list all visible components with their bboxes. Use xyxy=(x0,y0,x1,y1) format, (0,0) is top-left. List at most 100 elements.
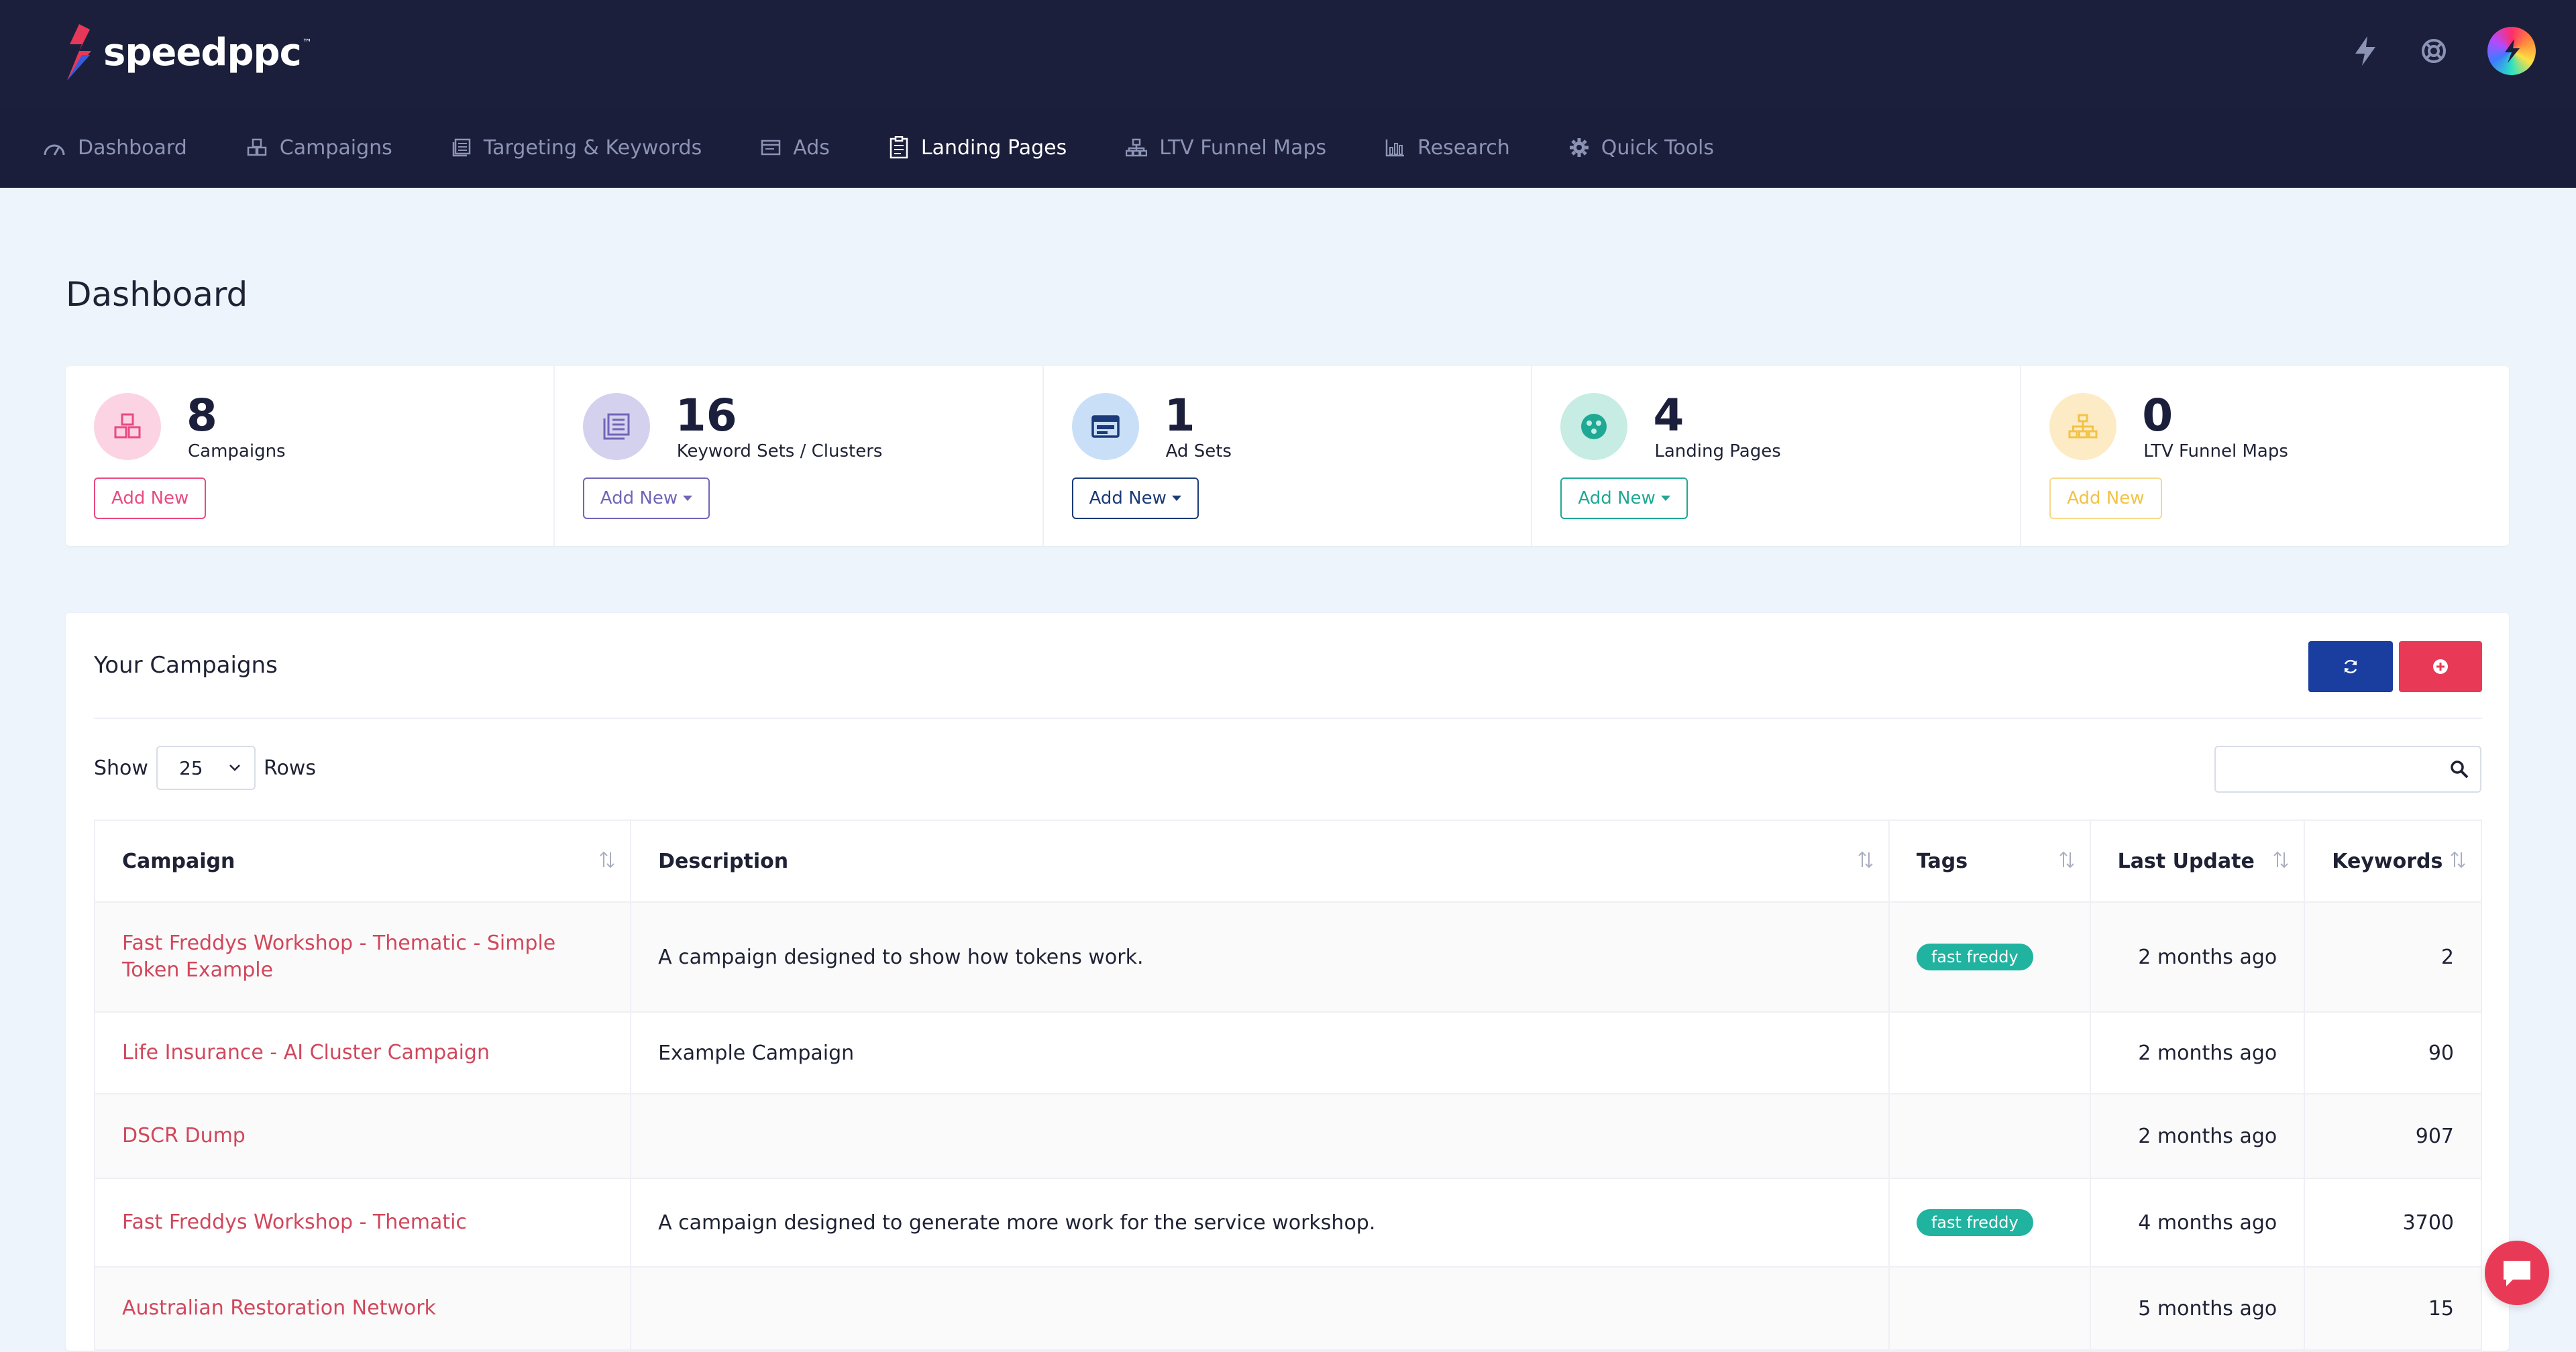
add-ad-set-dropdown[interactable]: Add New xyxy=(1071,477,1199,519)
stat-label: Campaigns xyxy=(188,441,286,461)
tag-badge[interactable]: fast freddy xyxy=(1916,1209,2033,1236)
plus-circle-icon xyxy=(2433,659,2448,674)
column-header-campaign[interactable]: Campaign xyxy=(95,821,632,901)
table-row: Fast Freddys Workshop - Thematic - Simpl… xyxy=(95,903,2481,1013)
nav-ltv-funnel-maps[interactable]: LTV Funnel Maps xyxy=(1126,107,1326,188)
column-header-last-update[interactable]: Last Update xyxy=(2091,821,2306,901)
stat-value: 0 xyxy=(2142,390,2174,441)
campaign-description: Example Campaign xyxy=(631,1013,1890,1093)
caret-down-icon xyxy=(1660,496,1670,501)
stat-value: 4 xyxy=(1653,390,1684,441)
campaign-description: A campaign designed to generate more wor… xyxy=(631,1179,1890,1266)
refresh-icon xyxy=(2344,659,2357,674)
button-label: Add New xyxy=(111,488,189,508)
stat-label: Keyword Sets / Clusters xyxy=(676,441,883,461)
campaign-link[interactable]: Fast Freddys Workshop - Thematic xyxy=(95,1179,632,1266)
refresh-button[interactable] xyxy=(2308,641,2393,692)
campaign-keywords: 90 xyxy=(2428,1041,2454,1065)
campaign-keywords: 3700 xyxy=(2402,1210,2454,1235)
campaign-description xyxy=(631,1094,1890,1178)
chat-widget-button[interactable] xyxy=(2485,1241,2549,1305)
add-campaign-plus-button[interactable] xyxy=(2399,641,2482,692)
top-bar: speedppc ™ xyxy=(0,0,2576,107)
tag-badge[interactable]: fast freddy xyxy=(1916,944,2033,970)
nav-ads[interactable]: Ads xyxy=(761,107,830,188)
logo-mark-icon xyxy=(67,24,91,80)
window-icon xyxy=(761,139,781,156)
add-landing-page-dropdown[interactable]: Add New xyxy=(1560,477,1688,519)
campaign-link[interactable]: DSCR Dump xyxy=(95,1094,632,1178)
campaign-link[interactable]: Fast Freddys Workshop - Thematic - Simpl… xyxy=(95,903,632,1011)
sort-icon xyxy=(1858,851,1873,868)
stat-label: LTV Funnel Maps xyxy=(2143,441,2288,461)
column-label: Tags xyxy=(1916,849,1968,873)
campaigns-stat-icon xyxy=(94,393,161,460)
rows-per-page: Show 25 Rows xyxy=(94,746,316,790)
campaign-link[interactable]: Life Insurance - AI Cluster Campaign xyxy=(95,1013,632,1093)
add-keyword-set-dropdown[interactable]: Add New xyxy=(582,477,710,519)
search-input[interactable] xyxy=(2214,746,2481,793)
column-label: Description xyxy=(658,849,789,873)
campaign-tags xyxy=(1890,1268,2091,1349)
sort-icon xyxy=(600,851,614,868)
stats-panel: 8 Campaigns Add New 16 Keyword Sets / Cl… xyxy=(66,366,2509,546)
nav-research[interactable]: Research xyxy=(1385,107,1510,188)
column-header-tags[interactable]: Tags xyxy=(1890,821,2091,901)
nav-label: Dashboard xyxy=(78,135,187,160)
add-ltv-funnel-button[interactable]: Add New xyxy=(2049,477,2162,519)
campaign-tags: fast freddy xyxy=(1890,903,2091,1011)
sitemap-icon xyxy=(1126,138,1148,157)
gear-icon xyxy=(1569,138,1589,157)
column-header-description[interactable]: Description xyxy=(631,821,1890,901)
show-label: Show xyxy=(94,756,148,780)
button-label: Add New xyxy=(2067,488,2145,508)
user-avatar[interactable] xyxy=(2487,27,2536,75)
nav-dashboard[interactable]: Dashboard xyxy=(43,107,187,188)
add-campaign-button[interactable]: Add New xyxy=(94,477,207,519)
caret-down-icon xyxy=(683,496,693,501)
brand-logo[interactable]: speedppc ™ xyxy=(64,24,312,80)
rows-value: 25 xyxy=(178,756,203,779)
campaign-last-update: 4 months ago xyxy=(2091,1179,2306,1266)
column-header-keywords[interactable]: Keywords xyxy=(2305,821,2481,901)
lifebuoy-icon[interactable] xyxy=(2419,36,2449,66)
button-label: Add New xyxy=(600,488,678,508)
bar-chart-icon xyxy=(1385,139,1405,157)
nav-label: Campaigns xyxy=(279,135,392,160)
card-title: Your Campaigns xyxy=(94,652,278,679)
campaigns-table: Campaign Description Tags Last Update Ke… xyxy=(94,820,2482,1352)
column-label: Campaign xyxy=(122,849,235,873)
sort-icon xyxy=(2451,851,2465,868)
button-label: Add New xyxy=(1089,488,1167,508)
campaign-keywords: 15 xyxy=(2428,1296,2454,1320)
stat-landing-pages: 4 Landing Pages Add New xyxy=(1532,366,2022,546)
list-icon xyxy=(452,138,471,157)
sort-icon xyxy=(2059,851,2074,868)
nav-landing-pages[interactable]: Landing Pages xyxy=(889,107,1067,188)
search-icon[interactable] xyxy=(2449,759,2469,779)
column-label: Last Update xyxy=(2117,849,2255,873)
nav-label: Landing Pages xyxy=(920,135,1067,160)
campaign-last-update: 5 months ago xyxy=(2091,1268,2306,1349)
nav-targeting-keywords[interactable]: Targeting & Keywords xyxy=(451,107,702,188)
stat-ad-sets: 1 Ad Sets Add New xyxy=(1044,366,1533,546)
chat-bubble-icon xyxy=(2504,1261,2530,1286)
nav-campaigns[interactable]: Campaigns xyxy=(246,107,392,188)
campaign-link[interactable]: Australian Restoration Network xyxy=(95,1268,632,1349)
bolt-icon[interactable] xyxy=(2351,36,2380,66)
chevron-down-icon xyxy=(229,765,240,771)
stat-value: 8 xyxy=(186,390,217,441)
rows-per-page-select[interactable]: 25 xyxy=(156,746,256,790)
stat-keyword-sets: 16 Keyword Sets / Clusters Add New xyxy=(555,366,1044,546)
nav-quick-tools[interactable]: Quick Tools xyxy=(1569,107,1714,188)
gauge-icon xyxy=(44,144,65,156)
stat-campaigns: 8 Campaigns Add New xyxy=(66,366,555,546)
landing-pages-stat-icon xyxy=(1560,393,1628,460)
stat-value: 16 xyxy=(675,390,737,441)
brand-tm: ™ xyxy=(302,38,312,48)
page-title: Dashboard xyxy=(66,275,248,314)
stat-value: 1 xyxy=(1164,390,1195,441)
campaign-last-update: 2 months ago xyxy=(2091,1094,2306,1178)
ltv-funnel-stat-icon xyxy=(2049,393,2117,460)
button-label: Add New xyxy=(1578,488,1656,508)
